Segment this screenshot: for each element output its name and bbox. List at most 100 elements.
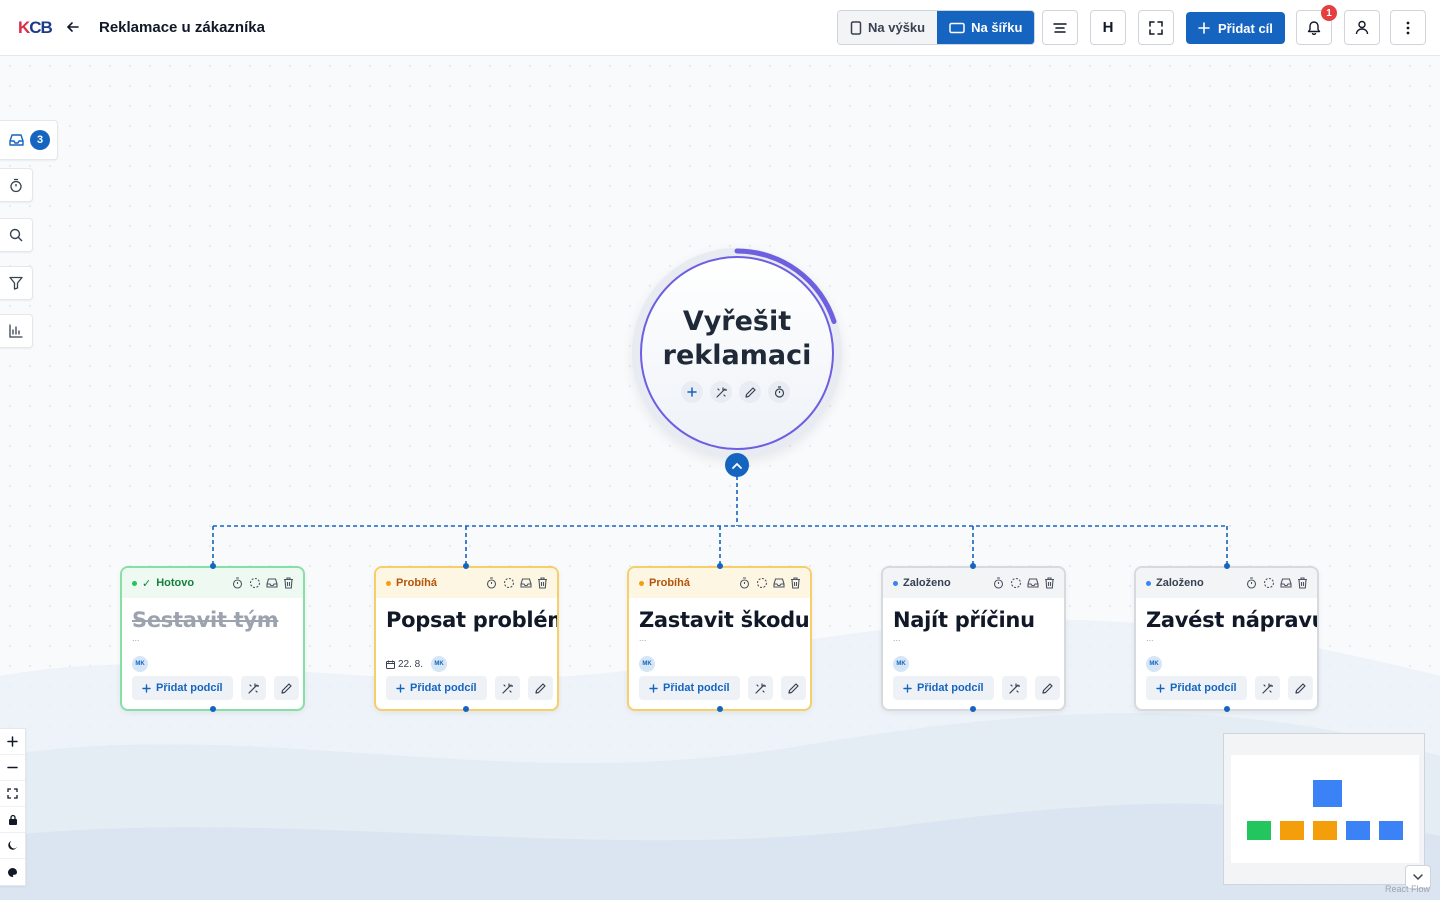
back-button[interactable] (62, 16, 84, 38)
inbox-icon[interactable] (1279, 577, 1292, 590)
status-check: ✓ (142, 577, 152, 590)
edit-button[interactable] (780, 676, 806, 700)
flow-canvas[interactable]: 3 Vyřešit reklamaci ✓ Hotovo Sestavit tý… (0, 56, 1440, 900)
add-goal-button[interactable]: Přidat cíl (1186, 12, 1285, 44)
palette-button[interactable] (0, 859, 25, 885)
source-handle[interactable] (717, 706, 723, 712)
target-handle[interactable] (717, 563, 723, 569)
portrait-icon (850, 20, 862, 35)
inbox-icon[interactable] (772, 577, 785, 590)
user-menu-button[interactable] (1344, 10, 1380, 45)
goal-card[interactable]: Probíhá Popsat problém 22. 8. MK Přidat … (374, 566, 559, 711)
minimap[interactable] (1223, 733, 1425, 885)
zoom-out-button[interactable] (0, 755, 25, 781)
goal-description: ... (639, 633, 647, 643)
add-subgoal-label: Přidat podcíl (917, 682, 984, 694)
edit-button[interactable] (273, 676, 299, 700)
source-handle[interactable] (970, 706, 976, 712)
landscape-button[interactable]: Na šířku (937, 11, 1035, 44)
ai-button[interactable] (747, 676, 773, 700)
ai-button[interactable] (240, 676, 266, 700)
due-date[interactable]: 22. 8. (386, 659, 423, 670)
refresh-icon[interactable] (755, 577, 768, 590)
edit-button[interactable] (1287, 676, 1313, 700)
more-menu-button[interactable] (1390, 10, 1426, 45)
avatar[interactable]: MK (132, 656, 148, 672)
lock-button[interactable] (0, 807, 25, 833)
target-handle[interactable] (970, 563, 976, 569)
timer-icon[interactable] (231, 577, 244, 590)
add-subgoal-button[interactable]: Přidat podcíl (132, 676, 233, 700)
ai-button[interactable] (1001, 676, 1027, 700)
heading-button[interactable]: H (1090, 10, 1126, 45)
trash-icon[interactable] (789, 577, 802, 590)
root-timer-button[interactable] (768, 381, 790, 403)
plus-icon (687, 387, 697, 397)
root-ai-button[interactable] (710, 381, 732, 403)
statistics-button[interactable] (0, 314, 33, 348)
inbox-icon[interactable] (265, 577, 278, 590)
source-handle[interactable] (1224, 706, 1230, 712)
collapse-children-button[interactable] (725, 453, 749, 477)
status-label: Hotovo (156, 577, 195, 589)
trash-icon[interactable] (1043, 577, 1056, 590)
portrait-button[interactable]: Na výšku (838, 11, 938, 44)
ai-button[interactable] (1254, 676, 1280, 700)
refresh-icon[interactable] (502, 577, 515, 590)
refresh-icon[interactable] (248, 577, 261, 590)
trash-icon[interactable] (1296, 577, 1309, 590)
goal-card-tools (1245, 577, 1309, 590)
target-handle[interactable] (210, 563, 216, 569)
goal-card[interactable]: Založeno Najít příčinu ... MK Přidat pod… (881, 566, 1066, 711)
timer-icon[interactable] (738, 577, 751, 590)
app-logo[interactable]: KCB (18, 18, 53, 38)
root-edit-button[interactable] (739, 381, 761, 403)
align-button[interactable] (1042, 10, 1078, 45)
timer-button[interactable] (0, 168, 33, 202)
fit-view-button[interactable] (0, 781, 25, 807)
zoom-in-button[interactable] (0, 729, 25, 755)
fullscreen-button[interactable] (1138, 10, 1174, 45)
avatar[interactable]: MK (431, 656, 448, 672)
root-goal-node[interactable]: Vyřešit reklamaci (632, 248, 842, 458)
source-handle[interactable] (463, 706, 469, 712)
inbox-button[interactable]: 3 (0, 120, 58, 160)
target-handle[interactable] (463, 563, 469, 569)
status-label: Probíhá (649, 577, 690, 589)
add-subgoal-button[interactable]: Přidat podcíl (893, 676, 994, 700)
refresh-icon[interactable] (1009, 577, 1022, 590)
goal-card[interactable]: ✓ Hotovo Sestavit tým ... MK Přidat podc… (120, 566, 305, 711)
timer-icon[interactable] (1245, 577, 1258, 590)
goal-card[interactable]: Založeno Zavést nápravu ... MK Přidat po… (1134, 566, 1319, 711)
search-icon (9, 228, 23, 242)
theme-toggle-button[interactable] (0, 833, 25, 859)
inbox-icon[interactable] (1026, 577, 1039, 590)
goal-card-header: Založeno (883, 568, 1064, 598)
search-button[interactable] (0, 218, 33, 252)
avatar[interactable]: MK (1146, 656, 1162, 672)
timer-icon (774, 386, 784, 398)
target-handle[interactable] (1224, 563, 1230, 569)
add-subgoal-button[interactable]: Přidat podcíl (639, 676, 740, 700)
trash-icon[interactable] (536, 577, 549, 590)
timer-icon[interactable] (485, 577, 498, 590)
filter-button[interactable] (0, 266, 33, 300)
goal-card[interactable]: Probíhá Zastavit škodu ... MK Přidat pod… (627, 566, 812, 711)
refresh-icon[interactable] (1262, 577, 1275, 590)
timer-icon[interactable] (992, 577, 1005, 590)
goal-meta: MK (639, 656, 655, 672)
add-subgoal-button[interactable]: Přidat podcíl (1146, 676, 1247, 700)
avatar[interactable]: MK (639, 656, 655, 672)
edit-button[interactable] (527, 676, 553, 700)
status-label: Založeno (1156, 577, 1204, 589)
react-flow-attribution[interactable]: React Flow (1385, 884, 1430, 894)
root-add-button[interactable] (681, 381, 703, 403)
avatar[interactable]: MK (893, 656, 909, 672)
landscape-label: Na šířku (971, 20, 1023, 35)
inbox-icon[interactable] (519, 577, 532, 590)
ai-button[interactable] (494, 676, 520, 700)
add-subgoal-button[interactable]: Přidat podcíl (386, 676, 487, 700)
edit-button[interactable] (1034, 676, 1060, 700)
source-handle[interactable] (210, 706, 216, 712)
trash-icon[interactable] (282, 577, 295, 590)
